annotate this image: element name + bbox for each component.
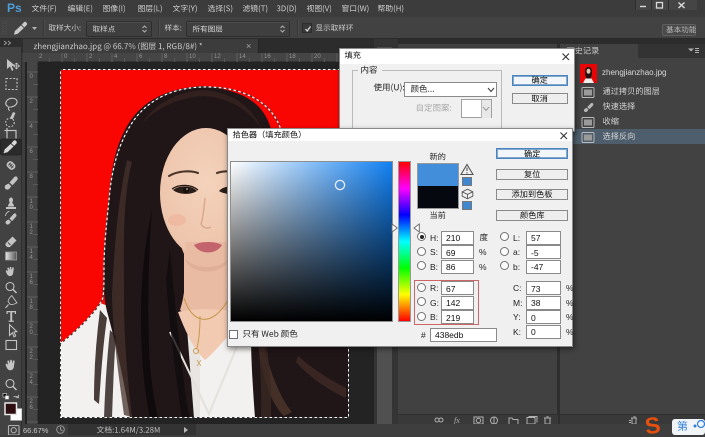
svg-text:S: S <box>646 413 662 435</box>
svg-text:fx: fx <box>454 416 460 424</box>
